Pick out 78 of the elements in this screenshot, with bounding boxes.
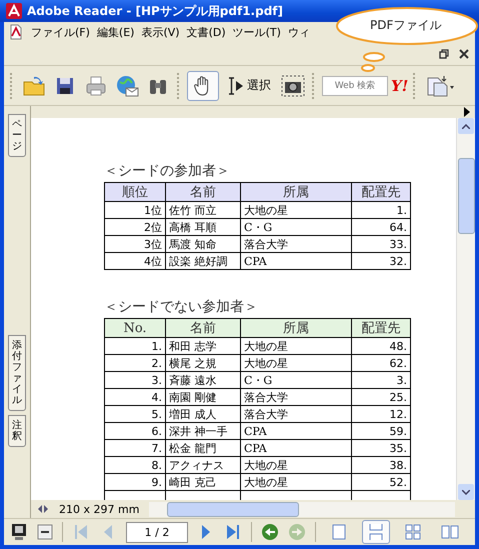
table-cell: 高橋 耳順 <box>166 218 240 236</box>
side-tab[interactable]: ページ <box>8 114 26 157</box>
search-logo[interactable]: Y! <box>391 76 408 94</box>
table-cell: 4位 <box>104 252 166 270</box>
table-cell: 増田 成人 <box>166 406 240 422</box>
table-cell: 35. <box>352 440 410 456</box>
table-cell: 南園 剛健 <box>166 388 240 406</box>
menu-item[interactable]: 表示(V) <box>141 24 180 40</box>
window-title: Adobe Reader - [HPサンプル用pdf1.pdf] <box>27 2 284 20</box>
table-cell: 9. <box>104 474 166 490</box>
table-cell: 25. <box>352 388 410 406</box>
table-cell: C・G <box>240 218 352 236</box>
side-tab[interactable]: 注釈 <box>8 415 26 447</box>
section-heading: ＜シードでない参加者＞ <box>104 298 259 316</box>
table-cell: 落合大学 <box>240 388 352 406</box>
column-header: 名前 <box>166 182 240 202</box>
table-cell: 3位 <box>104 236 166 252</box>
table-cell: C・G <box>240 372 352 388</box>
table-cell: 48. <box>352 338 410 354</box>
table-cell: 12. <box>352 406 410 422</box>
column-header: No. <box>104 318 166 338</box>
table-cell: アクィナス <box>166 456 240 474</box>
table-cell: 62. <box>352 354 410 372</box>
table-cell: 1. <box>352 202 410 218</box>
column-header: 配置先 <box>352 318 410 338</box>
column-header: 名前 <box>166 318 240 338</box>
table-cell: 大地の星 <box>240 338 352 354</box>
table-cell: 佐竹 而立 <box>166 202 240 218</box>
table-cell: 1位 <box>104 202 166 218</box>
table-cell: 大地の星 <box>240 456 352 474</box>
page-number-field[interactable]: 1 / 2 <box>126 522 188 542</box>
column-header: 順位 <box>104 182 166 202</box>
table-cell: 横尾 之規 <box>166 354 240 372</box>
table-cell: 斉藤 遠水 <box>166 372 240 388</box>
table-cell: 崎田 克己 <box>166 474 240 490</box>
table-cell: 松金 龍門 <box>166 440 240 456</box>
table-cell: 落合大学 <box>240 236 352 252</box>
select-tool-button[interactable]: 選択 <box>222 72 276 100</box>
table-cell: 3. <box>352 372 410 388</box>
menu-item[interactable]: ファイル(F) <box>31 24 90 40</box>
table-cell: 59. <box>352 422 410 440</box>
menu-item[interactable]: 文書(D) <box>186 24 226 40</box>
column-header: 所属 <box>240 318 352 338</box>
table-cell: 2位 <box>104 218 166 236</box>
table-cell: 64. <box>352 218 410 236</box>
table-cell: 大地の星 <box>240 474 352 490</box>
column-header: 配置先 <box>352 182 410 202</box>
section-heading: ＜シードの参加者＞ <box>104 162 231 180</box>
table-cell: CPA <box>240 422 352 440</box>
table-cell: 4. <box>104 388 166 406</box>
menu-item[interactable]: 編集(E) <box>96 24 134 40</box>
table-cell: 52. <box>352 474 410 490</box>
column-header: 所属 <box>240 182 352 202</box>
table-cell: CPA <box>240 440 352 456</box>
table-cell: 8. <box>104 456 166 474</box>
table-cell: 6. <box>104 422 166 440</box>
table-cell: 馬渡 知命 <box>166 236 240 252</box>
callout-text: PDFファイル <box>370 17 442 34</box>
table-cell: 2. <box>104 354 166 372</box>
table-cell: 38. <box>352 456 410 474</box>
table-cell: 1. <box>104 338 166 354</box>
table-cell: 大地の星 <box>240 354 352 372</box>
menu-item[interactable]: ツール(T) <box>232 24 281 40</box>
page-size-label: 210 x 297 mm <box>59 502 140 516</box>
table-cell: 7. <box>104 440 166 456</box>
table-cell: 大地の星 <box>240 202 352 218</box>
web-search-field[interactable]: Web 検索 <box>322 76 388 96</box>
table-cell: 33. <box>352 236 410 252</box>
menu-item[interactable]: ウィ <box>288 24 310 40</box>
table-cell: 和田 志学 <box>166 338 240 354</box>
table-cell: 5. <box>104 406 166 422</box>
table-cell: 落合大学 <box>240 406 352 422</box>
side-tab[interactable]: 添付ファイル <box>8 335 26 411</box>
table-cell: 32. <box>352 252 410 270</box>
table-cell: 設楽 絶好調 <box>166 252 240 270</box>
table-cell: 深井 神一手 <box>166 422 240 440</box>
table-cell: 3. <box>104 372 166 388</box>
table-cell: CPA <box>240 252 352 270</box>
